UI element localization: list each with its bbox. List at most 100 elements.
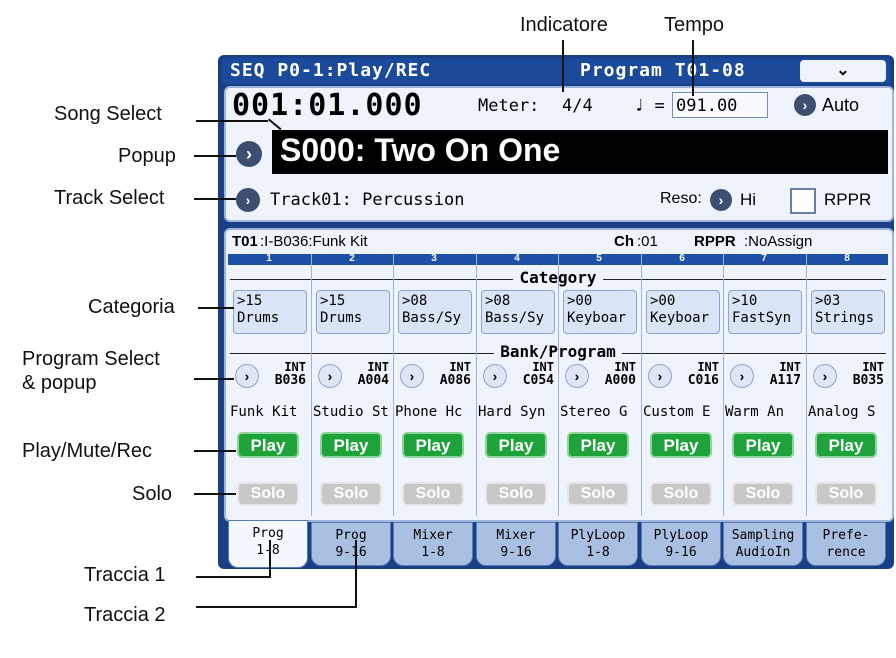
category-button[interactable]: >10 FastSyn	[728, 290, 802, 334]
column-divider	[393, 254, 394, 516]
program-number[interactable]: A000	[588, 374, 636, 387]
category-button[interactable]: >08 Bass/Sy	[398, 290, 472, 334]
tab-6[interactable]: PlyLoop 9-16	[641, 522, 721, 566]
program-number[interactable]: A004	[341, 374, 389, 387]
song-popup-button[interactable]: ›	[236, 141, 262, 167]
category-id: >08	[485, 293, 511, 309]
tempo-note: ♩ =	[634, 96, 665, 116]
play-button[interactable]: Play	[732, 432, 794, 458]
column-divider	[723, 254, 724, 516]
tab-label-line2: 1-8	[421, 545, 445, 560]
traccia2-leader	[196, 606, 356, 608]
program-number[interactable]: B036	[258, 374, 306, 387]
category-name: Keyboar	[650, 310, 710, 326]
play-button[interactable]: Play	[815, 432, 877, 458]
annotation-indicatore: Indicatore	[520, 14, 608, 36]
category-name: FastSyn	[732, 310, 792, 326]
category-button[interactable]: >15 Drums	[316, 290, 390, 334]
program-name: Stereo G	[560, 404, 628, 420]
chevron-right-icon: ›	[822, 368, 828, 384]
play-button[interactable]: Play	[320, 432, 382, 458]
tab-1[interactable]: Prog 1-8	[228, 520, 308, 568]
chevron-right-icon: ›	[244, 368, 250, 384]
program-popup-button[interactable]: ›	[565, 364, 589, 388]
tab-label-line1: Prog	[335, 528, 367, 543]
solo-button[interactable]: Solo	[815, 482, 877, 506]
annotation-tempo: Tempo	[664, 14, 725, 36]
menu-button[interactable]: ⌄	[800, 60, 886, 82]
tab-3[interactable]: Mixer 1-8	[393, 522, 473, 566]
solo-button[interactable]: Solo	[650, 482, 712, 506]
category-name: Bass/Sy	[485, 310, 545, 326]
track-number: 5	[596, 253, 602, 264]
program-popup-button[interactable]: ›	[483, 364, 507, 388]
song-name: S000: Two On One	[280, 132, 561, 168]
annotation-traccia-1: Traccia 1	[84, 564, 166, 586]
tab-label-line1: PlyLoop	[653, 528, 709, 543]
play-button[interactable]: Play	[485, 432, 547, 458]
rppr-label: RPPR	[824, 190, 872, 209]
program-number[interactable]: C054	[506, 374, 554, 387]
program-popup-button[interactable]: ›	[730, 364, 754, 388]
program-select-leader	[194, 378, 234, 380]
play-button[interactable]: Play	[567, 432, 629, 458]
reso-value: Hi	[740, 190, 757, 209]
category-id: >15	[320, 293, 346, 309]
chevron-right-icon: ›	[492, 368, 498, 384]
track-popup-button[interactable]: ›	[236, 188, 260, 212]
program-number[interactable]: B035	[836, 374, 884, 387]
tempo-leader	[692, 40, 694, 96]
track-number: 2	[349, 253, 355, 264]
program-number[interactable]: A086	[423, 374, 471, 387]
tab-2[interactable]: Prog 9-16	[311, 522, 391, 566]
play-leader	[194, 450, 236, 452]
category-button[interactable]: >00 Keyboar	[646, 290, 720, 334]
tab-label-line1: Prog	[252, 526, 284, 541]
chevron-right-icon: ›	[327, 368, 333, 384]
annotation-program-popup: & popup	[22, 372, 97, 394]
tempo-mode-popup-button[interactable]: ›	[794, 94, 816, 116]
tab-5[interactable]: PlyLoop 1-8	[558, 522, 638, 566]
solo-button[interactable]: Solo	[732, 482, 794, 506]
program-popup-button[interactable]: ›	[648, 364, 672, 388]
category-button[interactable]: >08 Bass/Sy	[481, 290, 555, 334]
category-id: >00	[567, 293, 593, 309]
solo-button[interactable]: Solo	[402, 482, 464, 506]
solo-leader	[194, 493, 236, 495]
play-button[interactable]: Play	[402, 432, 464, 458]
reso-popup-button[interactable]: ›	[710, 189, 732, 211]
track-number: 8	[844, 253, 850, 264]
play-button[interactable]: Play	[650, 432, 712, 458]
category-id: >03	[815, 293, 841, 309]
tab-7[interactable]: Sampling AudioIn	[723, 522, 803, 566]
category-id: >15	[237, 293, 263, 309]
tab-label-line2: 9-16	[335, 545, 367, 560]
program-name: Hard Syn	[478, 404, 546, 420]
category-button[interactable]: >03 Strings	[811, 290, 885, 334]
program-number[interactable]: C016	[671, 374, 719, 387]
program-popup-button[interactable]: ›	[813, 364, 837, 388]
rppr-checkbox[interactable]	[790, 188, 816, 214]
solo-button[interactable]: Solo	[485, 482, 547, 506]
tab-label-line2: 9-16	[500, 545, 532, 560]
tab-label-line1: Mixer	[413, 528, 453, 543]
tab-8[interactable]: Prefe-rence	[806, 522, 886, 566]
info-track-id: T01	[232, 233, 258, 250]
info-ch-value: :01	[637, 233, 658, 250]
category-button[interactable]: >15 Drums	[233, 290, 307, 334]
solo-button[interactable]: Solo	[237, 482, 299, 506]
track-select[interactable]: Track01: Percussion	[270, 190, 464, 210]
solo-button[interactable]: Solo	[320, 482, 382, 506]
chevron-right-icon: ›	[802, 97, 808, 113]
solo-button[interactable]: Solo	[567, 482, 629, 506]
program-popup-button[interactable]: ›	[235, 364, 259, 388]
program-popup-button[interactable]: ›	[318, 364, 342, 388]
column-divider	[558, 254, 559, 516]
program-popup-button[interactable]: ›	[400, 364, 424, 388]
reso-label: Reso:	[660, 190, 702, 207]
program-number[interactable]: A117	[753, 374, 801, 387]
meter-value[interactable]: 4/4	[562, 96, 593, 116]
play-button[interactable]: Play	[237, 432, 299, 458]
tab-4[interactable]: Mixer 9-16	[476, 522, 556, 566]
category-button[interactable]: >00 Keyboar	[563, 290, 637, 334]
